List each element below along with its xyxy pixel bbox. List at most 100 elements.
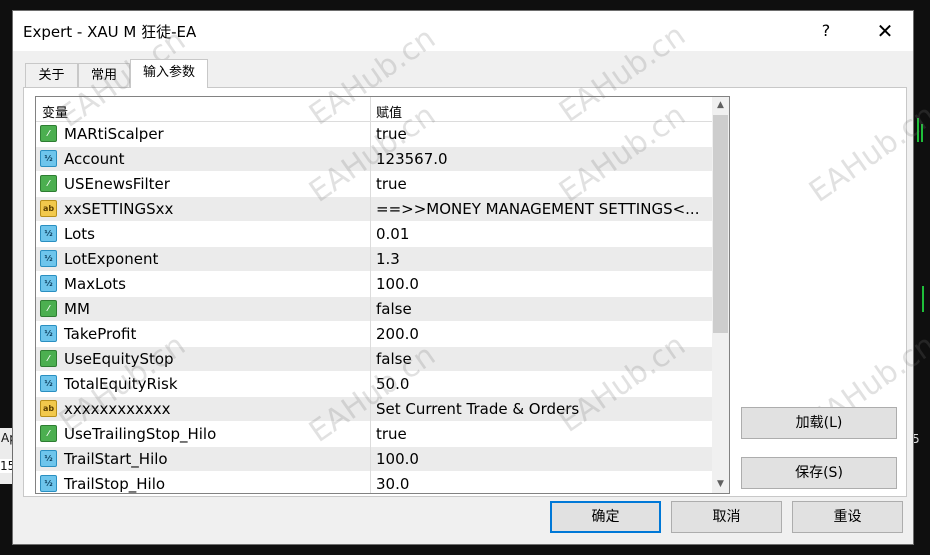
parameter-value[interactable]: 123567.0 xyxy=(376,150,448,168)
column-header-value[interactable]: 赋值 xyxy=(376,102,402,121)
column-divider xyxy=(370,172,371,197)
parameter-row[interactable]: ⁄ MARtiScalper true xyxy=(36,122,712,147)
parameter-name: Account xyxy=(64,150,125,168)
column-divider xyxy=(370,147,371,172)
parameter-value[interactable]: ==>>MONEY MANAGEMENT SETTINGS<... xyxy=(376,200,699,218)
reset-button[interactable]: 重设 xyxy=(792,501,903,533)
parameter-value[interactable]: Set Current Trade & Orders xyxy=(376,400,579,418)
parameter-name: TakeProfit xyxy=(64,325,137,343)
column-divider xyxy=(370,447,371,472)
string-type-icon: ab xyxy=(40,400,57,417)
parameter-value[interactable]: true xyxy=(376,425,407,443)
parameter-rows: ⁄ MARtiScalper true ½ Account 123567.0 ⁄ USEnew… xyxy=(36,122,712,493)
ok-button[interactable]: 确定 xyxy=(550,501,661,533)
grid-header: 变量 赋值 xyxy=(36,97,712,122)
column-divider xyxy=(370,347,371,372)
number-type-icon: ½ xyxy=(40,375,57,392)
parameter-row[interactable]: ab xxSETTINGSxx ==>>MONEY MANAGEMENT SETTI… xyxy=(36,197,712,222)
chart-candle xyxy=(921,124,923,142)
parameter-row[interactable]: ½ TotalEquityRisk 50.0 xyxy=(36,372,712,397)
chart-candle xyxy=(922,286,924,312)
parameter-row[interactable]: ½ TakeProfit 200.0 xyxy=(36,322,712,347)
parameter-value[interactable]: 100.0 xyxy=(376,450,419,468)
column-divider xyxy=(370,472,371,493)
parameter-row[interactable]: ½ TrailStart_Hilo 100.0 xyxy=(36,447,712,472)
column-header-variable[interactable]: 变量 xyxy=(42,102,68,121)
parameter-name: MaxLots xyxy=(64,275,126,293)
expert-properties-dialog: Expert - XAU M 狂徒-EA ? ✕ 关于 常用 输入参数 变量 赋… xyxy=(12,10,930,545)
parameter-value[interactable]: 1.3 xyxy=(376,250,400,268)
number-type-icon: ½ xyxy=(40,325,57,342)
vertical-scrollbar[interactable]: ▲ ▼ xyxy=(712,97,729,493)
tab-inputs[interactable]: 输入参数 xyxy=(130,59,208,88)
parameter-value[interactable]: 100.0 xyxy=(376,275,419,293)
column-divider xyxy=(370,122,371,147)
parameter-row[interactable]: ½ MaxLots 100.0 xyxy=(36,272,712,297)
number-type-icon: ½ xyxy=(40,275,57,292)
number-type-icon: ½ xyxy=(40,250,57,267)
parameter-row[interactable]: ⁄ UseTrailingStop_Hilo true xyxy=(36,422,712,447)
parameter-name: UseTrailingStop_Hilo xyxy=(64,425,217,443)
number-type-icon: ½ xyxy=(40,225,57,242)
parameter-value[interactable]: false xyxy=(376,350,412,368)
column-divider xyxy=(370,322,371,347)
scroll-up-arrow-icon[interactable]: ▲ xyxy=(712,97,729,114)
parameter-name: MARtiScalper xyxy=(64,125,164,143)
parameter-name: xxxxxxxxxxxx xyxy=(64,400,171,418)
parameter-name: MM xyxy=(64,300,90,318)
parameter-row[interactable]: ½ Account 123567.0 xyxy=(36,147,712,172)
close-button[interactable]: ✕ xyxy=(865,14,905,48)
parameter-row[interactable]: ½ Lots 0.01 xyxy=(36,222,712,247)
parameter-row[interactable]: ⁄ MM false xyxy=(36,297,712,322)
dialog-title: Expert - XAU M 狂徒-EA xyxy=(23,23,197,41)
parameter-row[interactable]: ab xxxxxxxxxxxx Set Current Trade & Orders xyxy=(36,397,712,422)
parameter-value[interactable]: true xyxy=(376,125,407,143)
tab-common[interactable]: 常用 xyxy=(78,63,130,87)
help-button[interactable]: ? xyxy=(809,14,843,48)
parameter-value[interactable]: 50.0 xyxy=(376,375,409,393)
parameter-name: TrailStop_Hilo xyxy=(64,475,166,493)
parameter-name: xxSETTINGSxx xyxy=(64,200,174,218)
chart-candle xyxy=(917,118,919,142)
column-divider xyxy=(370,397,371,422)
parameter-value[interactable]: 0.01 xyxy=(376,225,409,243)
column-divider xyxy=(370,372,371,397)
number-type-icon: ½ xyxy=(40,450,57,467)
bool-type-icon: ⁄ xyxy=(40,300,57,317)
bool-type-icon: ⁄ xyxy=(40,125,57,142)
number-type-icon: ½ xyxy=(40,150,57,167)
column-divider xyxy=(370,272,371,297)
parameter-row[interactable]: ⁄ USEnewsFilter true xyxy=(36,172,712,197)
load-button[interactable]: 加载(L) xyxy=(741,407,897,439)
parameter-value[interactable]: false xyxy=(376,300,412,318)
column-divider[interactable] xyxy=(370,97,371,121)
scroll-down-arrow-icon[interactable]: ▼ xyxy=(712,476,729,493)
title-bar[interactable]: Expert - XAU M 狂徒-EA ? ✕ xyxy=(13,11,913,51)
parameter-name: TrailStart_Hilo xyxy=(64,450,168,468)
save-button[interactable]: 保存(S) xyxy=(741,457,897,489)
parameters-grid: 变量 赋值 ⁄ MARtiScalper true ½ Account 123567.0 ⁄… xyxy=(35,96,730,494)
parameter-name: TotalEquityRisk xyxy=(64,375,178,393)
parameter-row[interactable]: ⁄ UseEquityStop false xyxy=(36,347,712,372)
scroll-thumb[interactable] xyxy=(713,115,728,333)
parameter-row[interactable]: ½ TrailStop_Hilo 30.0 xyxy=(36,472,712,493)
column-divider xyxy=(370,222,371,247)
bool-type-icon: ⁄ xyxy=(40,350,57,367)
column-divider xyxy=(370,197,371,222)
number-type-icon: ½ xyxy=(40,475,57,492)
string-type-icon: ab xyxy=(40,200,57,217)
parameter-name: UseEquityStop xyxy=(64,350,174,368)
tab-about[interactable]: 关于 xyxy=(25,63,78,87)
parameter-name: LotExponent xyxy=(64,250,159,268)
parameter-value[interactable]: true xyxy=(376,175,407,193)
bool-type-icon: ⁄ xyxy=(40,175,57,192)
parameter-value[interactable]: 30.0 xyxy=(376,475,409,493)
bool-type-icon: ⁄ xyxy=(40,425,57,442)
cancel-button[interactable]: 取消 xyxy=(671,501,782,533)
parameter-value[interactable]: 200.0 xyxy=(376,325,419,343)
parameter-name: Lots xyxy=(64,225,95,243)
parameter-name: USEnewsFilter xyxy=(64,175,170,193)
column-divider xyxy=(370,422,371,447)
column-divider xyxy=(370,297,371,322)
parameter-row[interactable]: ½ LotExponent 1.3 xyxy=(36,247,712,272)
